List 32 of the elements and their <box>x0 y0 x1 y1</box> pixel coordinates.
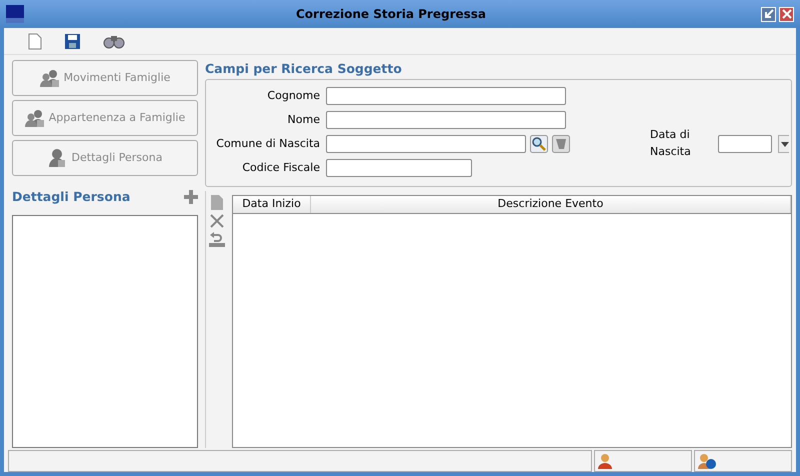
search-icon[interactable] <box>530 134 548 153</box>
group-icon <box>24 108 45 128</box>
group-icon <box>40 68 60 88</box>
input-field[interactable] <box>326 158 472 177</box>
date-field[interactable] <box>718 134 772 153</box>
window-title: Correzione Storia Pregressa <box>294 6 488 23</box>
add-icon[interactable] <box>184 190 198 204</box>
dropdown-icon[interactable] <box>778 134 789 153</box>
column-header[interactable]: Descrizione Evento <box>311 196 791 213</box>
close-button[interactable] <box>779 6 794 22</box>
undo-icon[interactable] <box>209 232 225 247</box>
user-info-icon <box>698 453 716 469</box>
field-label: Codice Fiscale <box>241 160 320 176</box>
field-label: Data di Nascita <box>650 127 692 160</box>
minimize-button[interactable] <box>761 6 776 22</box>
field-label: Nome <box>286 112 320 128</box>
section-title: Campi per Ricerca Soggetto <box>205 60 403 78</box>
user-icon <box>598 453 612 469</box>
new-document-icon[interactable] <box>211 194 223 210</box>
input-field[interactable] <box>326 134 526 153</box>
panel-title: Dettagli Persona <box>12 188 130 206</box>
field-label: Cognome <box>266 88 320 104</box>
app-logo-icon <box>6 5 24 23</box>
input-field[interactable] <box>326 86 566 105</box>
binoculars-icon[interactable] <box>103 33 125 49</box>
person-icon <box>48 148 68 168</box>
delete-icon[interactable] <box>210 214 224 228</box>
column-header[interactable]: Data Inizio <box>233 196 311 213</box>
field-label: Comune di Nascita <box>216 136 320 152</box>
save-icon[interactable] <box>64 32 81 50</box>
input-field[interactable] <box>326 110 566 129</box>
new-document-icon[interactable] <box>28 32 42 50</box>
